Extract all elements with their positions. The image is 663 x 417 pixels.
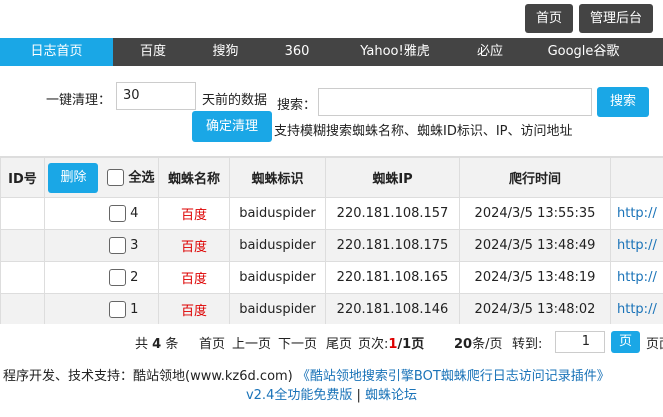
row-url-link[interactable]: http:// xyxy=(610,197,663,230)
row-spider-name: 百度 xyxy=(158,293,230,324)
row-spider-id: baiduspider xyxy=(229,197,326,230)
pager-total-pages: /1页 xyxy=(397,337,425,352)
row-crawl-time: 2024/3/5 13:48:49 xyxy=(459,229,611,262)
nav-item-360[interactable]: 360 xyxy=(258,38,336,66)
header-spider-name: 蜘蛛名称 xyxy=(158,157,230,198)
nav-item-baidu[interactable]: 百度 xyxy=(113,38,193,66)
pager-page-label: 页次: xyxy=(358,337,389,352)
select-all-label: 全选 xyxy=(128,170,155,185)
footer-links-line: v2.4全功能免费版 | 蜘蛛论坛 xyxy=(0,384,663,403)
row-checkbox[interactable] xyxy=(109,301,126,318)
row-select: 2 xyxy=(44,261,159,294)
table-row: 1 百度 baiduspider 220.181.108.146 2024/3/… xyxy=(0,293,663,324)
table-header-row: ID号 删除 全选 蜘蛛名称 蜘蛛标识 蜘蛛IP 爬行时间 xyxy=(0,157,663,198)
row-select: 4 xyxy=(44,197,159,230)
pager-total-suffix: 条 xyxy=(165,337,179,352)
footer-plugin-link[interactable]: 《酷站领地搜索引擎BOT蜘蛛爬行日志访问记录插件》 xyxy=(297,369,610,384)
delete-button[interactable]: 删除 xyxy=(48,162,99,193)
footer-version-link[interactable]: v2.4全功能免费版 xyxy=(246,388,352,403)
header-url xyxy=(610,157,663,198)
row-checkbox[interactable] xyxy=(109,269,126,286)
table-row: 3 百度 baiduspider 220.181.108.175 2024/3/… xyxy=(0,229,663,262)
cleanup-label: 一键清理： xyxy=(46,93,112,108)
row-url-link[interactable]: http:// xyxy=(610,261,663,294)
row-crawl-time: 2024/3/5 13:55:35 xyxy=(459,197,611,230)
header-crawl-time: 爬行时间 xyxy=(459,157,611,198)
header-spider-ip: 蜘蛛IP xyxy=(325,157,460,198)
pager-last[interactable]: 尾页 xyxy=(326,333,352,352)
row-spider-id: baiduspider xyxy=(229,261,326,294)
footer-credits-line: 程序开发、技术支持：酷站领地(www.kz6d.com) 《酷站领地搜索引擎BO… xyxy=(3,365,610,384)
row-spider-ip: 220.181.108.165 xyxy=(325,261,460,294)
nav-item-google[interactable]: Google谷歌 xyxy=(526,38,641,66)
row-id: 3 xyxy=(130,238,139,253)
goto-page-button[interactable]: 页 xyxy=(611,331,640,353)
select-all-checkbox[interactable] xyxy=(107,169,124,186)
row-id: 2 xyxy=(130,270,139,285)
row-spider-ip: 220.181.108.157 xyxy=(325,197,460,230)
row-checkbox[interactable] xyxy=(109,205,126,222)
nav-bar: 日志首页 百度 搜狗 360 Yahoo!雅虎 必应 Google谷歌 xyxy=(0,38,663,66)
pager-per-page: 20条/页 xyxy=(454,333,502,352)
pager-page-info: 页次:1/1页 xyxy=(358,333,424,352)
days-input[interactable]: 30 xyxy=(116,82,196,110)
pager-total-count: 4 xyxy=(152,337,162,352)
pager-first[interactable]: 首页 xyxy=(199,333,225,352)
pager-prev[interactable]: 上一页 xyxy=(232,333,271,352)
row-spider-id: baiduspider xyxy=(229,229,326,262)
goto-page-input[interactable]: 1 xyxy=(555,331,605,353)
pagination: 共 4 条 首页 上一页 下一页 尾页 页次:1/1页 20条/页 转到: 1 … xyxy=(0,331,663,353)
pager-per-page-count: 20 xyxy=(454,337,473,352)
row-spider-ip: 220.181.108.175 xyxy=(325,229,460,262)
row-id: 4 xyxy=(130,206,139,221)
row-spider-id: baiduspider xyxy=(229,293,326,324)
confirm-cleanup-button[interactable]: 确定清理 xyxy=(192,111,272,142)
table-row: 2 百度 baiduspider 220.181.108.165 2024/3/… xyxy=(0,261,663,294)
nav-item-bing[interactable]: 必应 xyxy=(454,38,526,66)
pager-next[interactable]: 下一页 xyxy=(278,333,317,352)
search-button[interactable]: 搜索 xyxy=(597,87,649,117)
footer-credits: 程序开发、技术支持：酷站领地(www.kz6d.com) xyxy=(3,369,293,384)
header-id: ID号 xyxy=(0,157,45,198)
row-spider-name: 百度 xyxy=(158,197,230,230)
nav-item-sogou[interactable]: 搜狗 xyxy=(193,38,258,66)
row-url-link[interactable]: http:// xyxy=(610,229,663,262)
days-suffix: 天前的数据 xyxy=(202,93,268,108)
search-hint: 支持模糊搜索蜘蛛名称、蜘蛛ID标识、IP、访问地址 xyxy=(274,124,573,139)
row-spider-ip: 220.181.108.146 xyxy=(325,293,460,324)
footer-forum-link[interactable]: 蜘蛛论坛 xyxy=(365,388,417,403)
search-input[interactable] xyxy=(318,88,592,116)
top-buttons: 首页 管理后台 xyxy=(524,4,653,33)
header-actions: 删除 全选 xyxy=(44,157,159,198)
search-label: 搜索： xyxy=(277,98,317,113)
table-row: 4 百度 baiduspider 220.181.108.157 2024/3/… xyxy=(0,197,663,230)
row-id: 1 xyxy=(130,302,139,317)
log-table: ID号 删除 全选 蜘蛛名称 蜘蛛标识 蜘蛛IP 爬行时间 4 百度 baidu… xyxy=(0,157,663,324)
row-select: 3 xyxy=(44,229,159,262)
log-table-wrap: ID号 删除 全选 蜘蛛名称 蜘蛛标识 蜘蛛IP 爬行时间 4 百度 baidu… xyxy=(0,156,663,324)
pager-trailing: 页面 xyxy=(646,337,663,352)
row-spider-name: 百度 xyxy=(158,261,230,294)
row-checkbox[interactable] xyxy=(109,237,126,254)
pager-total: 共 4 条 xyxy=(135,333,178,352)
header-spider-id: 蜘蛛标识 xyxy=(229,157,326,198)
home-button[interactable]: 首页 xyxy=(524,4,573,33)
nav-item-yahoo[interactable]: Yahoo!雅虎 xyxy=(336,38,454,66)
pager-goto-label: 转到: xyxy=(512,337,543,352)
row-select: 1 xyxy=(44,293,159,324)
pager-total-prefix: 共 xyxy=(135,337,149,352)
row-spider-name: 百度 xyxy=(158,229,230,262)
row-crawl-time: 2024/3/5 13:48:02 xyxy=(459,293,611,324)
footer-separator: | xyxy=(356,388,361,403)
admin-button[interactable]: 管理后台 xyxy=(578,4,653,33)
nav-item-log-home[interactable]: 日志首页 xyxy=(0,38,113,66)
controls-area: 一键清理： 30 天前的数据 搜索： 搜索 确定清理 支持模糊搜索蜘蛛名称、蜘蛛… xyxy=(0,82,663,142)
pager-per-page-suffix: 条/页 xyxy=(472,337,503,352)
row-crawl-time: 2024/3/5 13:48:19 xyxy=(459,261,611,294)
row-url-link[interactable]: http:// xyxy=(610,293,663,324)
